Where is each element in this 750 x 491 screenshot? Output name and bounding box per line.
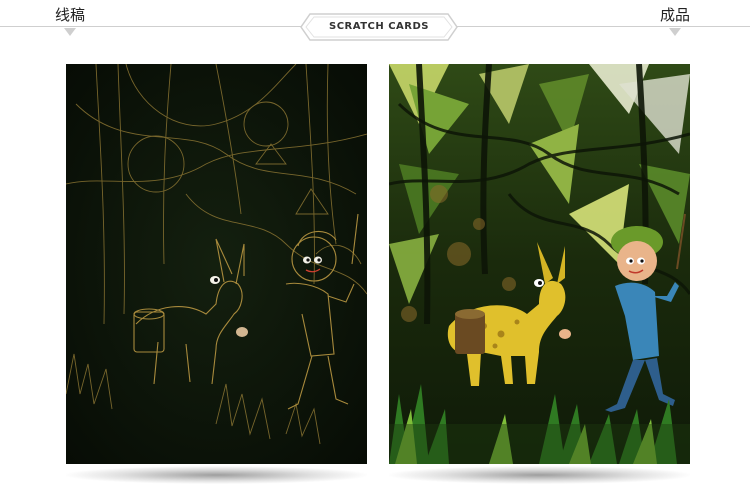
right-pointer-icon bbox=[669, 28, 681, 36]
badge-label: SCRATCH CARDS bbox=[329, 21, 429, 32]
left-pointer-icon bbox=[64, 28, 76, 36]
finished-illustration bbox=[389, 64, 690, 464]
finished-label: 成品 bbox=[660, 6, 691, 24]
right-card-shadow bbox=[389, 466, 690, 484]
line-art-card bbox=[66, 64, 367, 464]
left-card-shadow bbox=[66, 466, 367, 484]
scratch-cards-badge: SCRATCH CARDS bbox=[300, 13, 458, 41]
finished-card bbox=[389, 64, 690, 464]
line-art-illustration bbox=[66, 64, 367, 464]
line-art-label: 线稿 bbox=[55, 6, 86, 24]
